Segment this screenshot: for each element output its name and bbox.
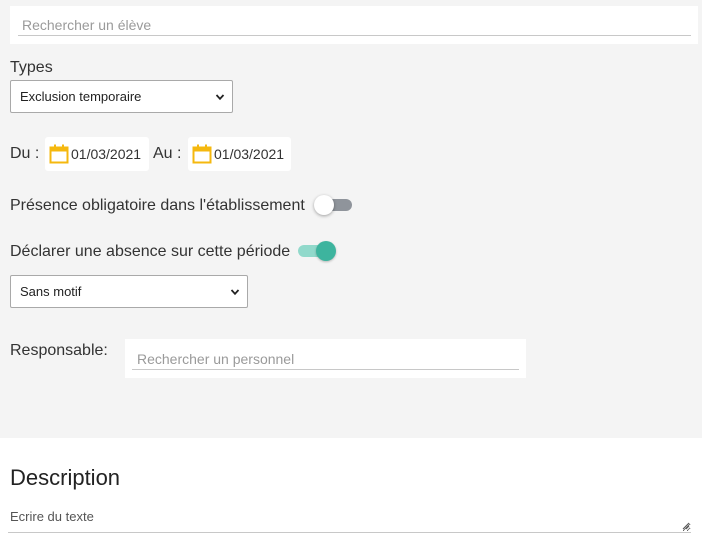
responsable-label: Responsable: [10, 342, 108, 359]
staff-search-input[interactable] [132, 348, 519, 370]
types-label: Types [10, 59, 53, 76]
presence-toggle-knob [314, 195, 334, 215]
motif-select-value: Sans motif [20, 284, 82, 299]
absence-label: Déclarer une absence sur cette période [10, 243, 291, 260]
date-from-picker[interactable]: 01/03/2021 [45, 137, 149, 171]
resize-grip-icon[interactable] [680, 520, 690, 530]
date-to-picker[interactable]: 01/03/2021 [188, 137, 291, 171]
date-to-label: Au : [153, 145, 182, 162]
date-from-value: 01/03/2021 [71, 146, 142, 162]
date-to-value: 01/03/2021 [214, 146, 285, 162]
calendar-icon [192, 144, 212, 164]
date-from-label: Du : [10, 145, 40, 162]
types-select[interactable]: Exclusion temporaire [10, 80, 233, 113]
chevron-down-icon [230, 288, 240, 295]
staff-search-container [125, 339, 526, 378]
absence-toggle[interactable] [296, 240, 336, 262]
presence-label: Présence obligatoire dans l'établissemen… [10, 197, 305, 214]
student-search-container [10, 6, 698, 44]
form-panel: Types Exclusion temporaire Du : 01/03/20… [0, 0, 702, 438]
calendar-icon [49, 144, 69, 164]
description-title: Description [10, 465, 121, 490]
presence-toggle[interactable] [314, 194, 354, 216]
chevron-down-icon [215, 93, 225, 100]
types-select-value: Exclusion temporaire [20, 89, 142, 104]
description-textarea[interactable] [8, 505, 691, 533]
absence-toggle-knob [316, 241, 336, 261]
student-search-input[interactable] [18, 14, 691, 36]
motif-select[interactable]: Sans motif [10, 275, 248, 308]
